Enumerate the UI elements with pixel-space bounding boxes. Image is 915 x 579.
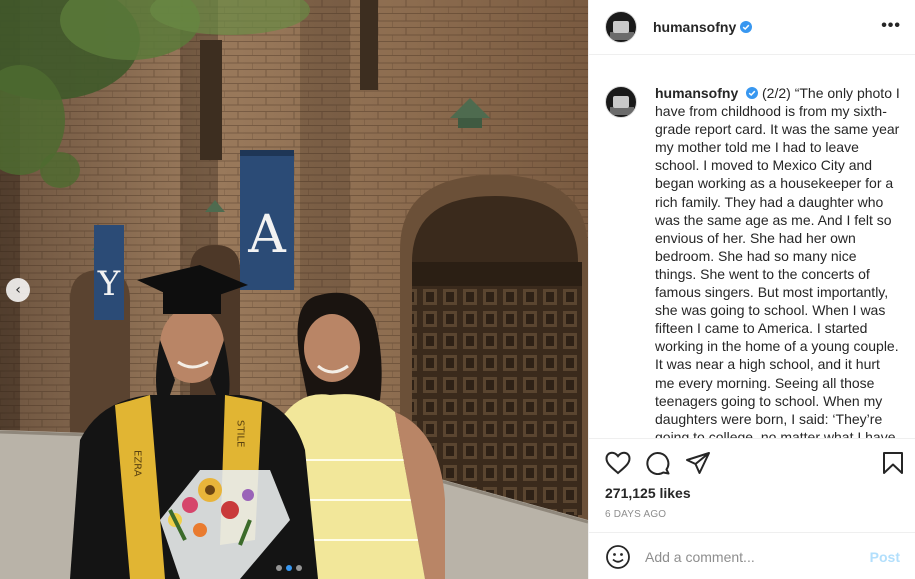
verified-badge-icon xyxy=(740,21,753,33)
post-details-panel: humansofny ••• humansofny (2/2) “The onl… xyxy=(588,0,915,579)
save-button[interactable] xyxy=(882,451,904,475)
caption-username[interactable]: humansofny xyxy=(655,85,738,101)
comment-form: Post xyxy=(589,532,915,579)
actions-section: 271,125 likes 6 DAYS AGO Post xyxy=(589,438,915,579)
graduation-photo: A Y EZRA STILE xyxy=(0,0,588,579)
banner-letter-left: Y xyxy=(97,264,121,304)
heart-icon[interactable] xyxy=(605,451,631,475)
action-icons xyxy=(605,451,711,475)
stole-text-left: EZRA xyxy=(132,450,143,477)
bookmark-icon[interactable] xyxy=(882,451,904,475)
post-header: humansofny ••• xyxy=(589,0,915,55)
verified-badge-icon xyxy=(746,87,759,99)
caption-area: humansofny (2/2) “The only photo I have … xyxy=(589,64,915,438)
comment-icon[interactable] xyxy=(645,451,671,475)
post-timestamp[interactable]: 6 DAYS AGO xyxy=(605,509,666,520)
stole-text-right: STILE xyxy=(235,420,246,447)
post-photo[interactable]: A Y EZRA STILE ‹ xyxy=(0,0,588,579)
banner-letter-right: A xyxy=(247,205,287,265)
carousel-dot-active xyxy=(286,565,292,571)
share-icon[interactable] xyxy=(685,451,711,475)
carousel-indicator xyxy=(276,565,302,571)
comment-input[interactable] xyxy=(645,548,865,565)
avatar[interactable] xyxy=(605,11,637,43)
carousel-dot xyxy=(296,565,302,571)
post-button[interactable]: Post xyxy=(870,549,900,565)
emoji-icon[interactable] xyxy=(605,544,631,570)
caption-text: (2/2) “The only photo I have from childh… xyxy=(655,85,900,438)
likes-count[interactable]: 271,125 likes xyxy=(605,485,691,501)
carousel-dot xyxy=(276,565,282,571)
username-link[interactable]: humansofny xyxy=(653,19,736,35)
caption: humansofny (2/2) “The only photo I have … xyxy=(655,84,900,438)
chevron-left-icon[interactable]: ‹ xyxy=(6,278,30,302)
options-icon[interactable]: ••• xyxy=(881,17,901,35)
caption-avatar[interactable] xyxy=(605,86,637,118)
